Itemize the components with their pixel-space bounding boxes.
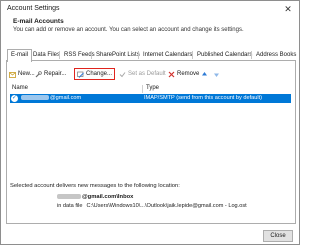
section-title: E-mail Accounts: [13, 18, 64, 25]
remove-x-icon: [168, 71, 175, 78]
close-button[interactable]: Close: [263, 230, 293, 242]
account-row[interactable]: ✓ @gmail.com IMAP/SMTP (send from this a…: [10, 94, 291, 103]
window-title: Account Settings: [7, 5, 60, 12]
redacted-username: [21, 95, 49, 101]
repair-label: Repair...: [44, 71, 67, 77]
arrow-up-icon: [201, 71, 208, 78]
section-description: You can add or remove an account. You ca…: [13, 27, 244, 33]
wrench-icon: [35, 70, 42, 78]
move-up-button[interactable]: [201, 68, 210, 80]
remove-button[interactable]: Remove: [168, 68, 199, 80]
default-account-check-icon: ✓: [11, 95, 18, 102]
column-name-header[interactable]: Name: [12, 85, 28, 91]
set-as-default-label: Set as Default: [128, 71, 166, 77]
header-section: E-mail Accounts You can add or remove an…: [1, 17, 299, 40]
set-as-default-button[interactable]: Set as Default: [119, 68, 166, 80]
delivery-description: Selected account delivers new messages t…: [10, 183, 180, 189]
change-account-icon: [77, 71, 84, 78]
title-bar: Account Settings ✕: [1, 1, 299, 17]
new-account-button[interactable]: New...: [9, 68, 35, 80]
column-divider: [142, 85, 143, 93]
change-button[interactable]: Change...: [74, 68, 116, 80]
account-name: @gmail.com: [21, 95, 81, 101]
change-label: Change...: [86, 71, 113, 77]
account-list-header: Name Type: [10, 85, 292, 93]
redacted-username: [57, 194, 81, 199]
column-type-header[interactable]: Type: [146, 85, 159, 91]
arrow-down-icon: [213, 71, 220, 78]
repair-button[interactable]: Repair...: [35, 68, 66, 80]
data-file-info: in data file C:\Users\Windows10\...\Outlo…: [57, 203, 247, 209]
move-down-button[interactable]: [213, 68, 222, 80]
data-file-path: C:\Users\Windows10\...\Outlook\jaik.lepi…: [86, 203, 247, 209]
account-settings-window: Account Settings ✕ E-mail Accounts You c…: [0, 0, 300, 245]
account-toolbar: New... Repair... Change... Set as Defaul…: [5, 68, 291, 80]
tab-email[interactable]: E-mail: [7, 49, 33, 62]
data-file-label: in data file: [57, 203, 83, 209]
new-account-icon: [9, 71, 16, 78]
close-window-button[interactable]: ✕: [283, 4, 293, 14]
checkmark-icon: [119, 71, 126, 78]
account-type: IMAP/SMTP (send from this account by def…: [144, 95, 263, 101]
delivery-location: @gmail.com\Inbox: [57, 194, 133, 200]
new-account-label: New...: [18, 71, 35, 77]
remove-label: Remove: [177, 71, 200, 77]
